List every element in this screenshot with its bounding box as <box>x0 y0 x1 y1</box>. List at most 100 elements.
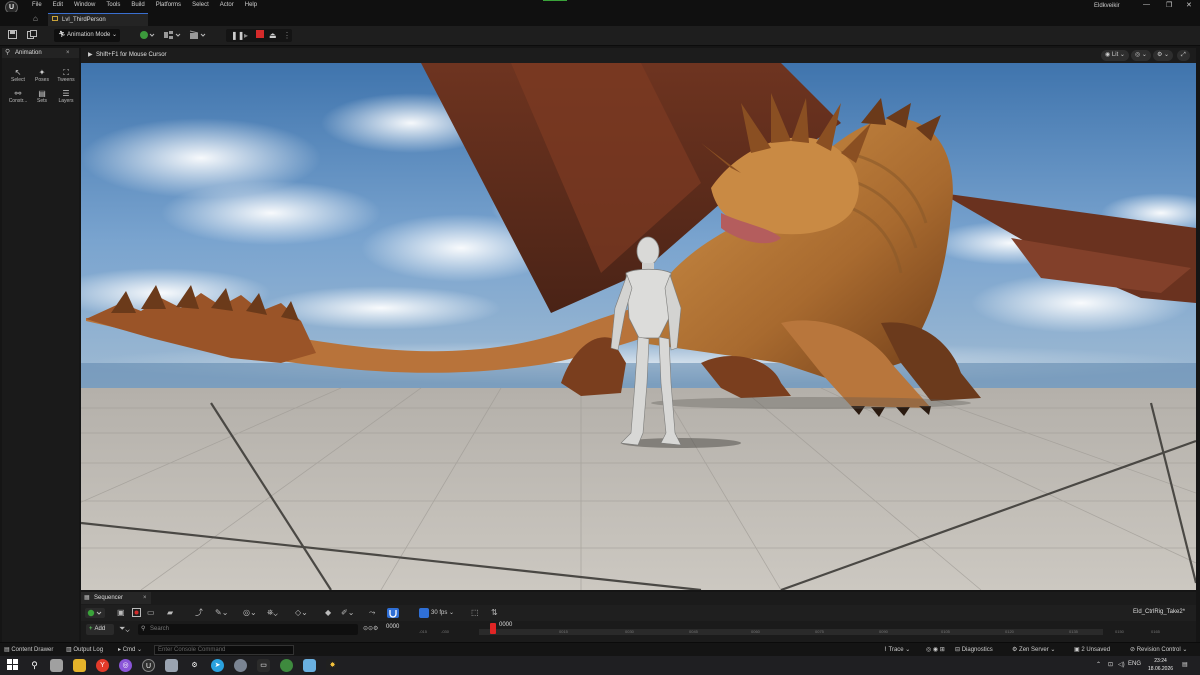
messenger-icon[interactable]: ◎ <box>119 659 132 672</box>
cinematics-icon[interactable] <box>188 30 208 42</box>
menu-select[interactable]: Select <box>192 2 209 8</box>
transform-tool-icon[interactable]: ✎⌄ <box>215 608 228 618</box>
playhead[interactable] <box>490 623 496 634</box>
sequencer-tab[interactable]: ▦ Sequencer × <box>81 592 151 604</box>
unreal-engine-icon[interactable]: U <box>142 659 155 672</box>
animation-panel-header: ⚲ Animation × <box>2 48 79 58</box>
more-options-icon[interactable]: ⋮ <box>283 29 291 42</box>
menu-file[interactable]: File <box>32 2 42 8</box>
pencil-icon[interactable]: ✐⌄ <box>341 608 354 618</box>
terminal-icon[interactable]: ▭ <box>257 659 270 672</box>
playback-options-icon[interactable]: ⛯⌄ <box>267 608 278 618</box>
time-ruler[interactable]: -015 -030 0015 0030 0045 0060 0075 0090 … <box>419 629 1160 635</box>
blueprint-icon[interactable] <box>162 30 182 42</box>
menu-help[interactable]: Help <box>245 2 257 8</box>
zen-icon: ⚙ <box>1012 647 1020 653</box>
minimize-icon[interactable]: — <box>1143 1 1150 8</box>
show-flags-button[interactable]: ◎ ⌄ <box>1131 50 1151 61</box>
settings-icon[interactable]: ⚙ <box>188 659 201 672</box>
unsaved-button[interactable]: ▣ 2 Unsaved <box>1074 646 1110 653</box>
record-icon[interactable] <box>132 608 141 618</box>
maximize-viewport-button[interactable]: ⤢ <box>1177 50 1190 61</box>
clock-time: 23:24 <box>1154 658 1167 664</box>
tool-select[interactable]: ↖ Select <box>6 68 30 83</box>
viewport-settings-button[interactable]: ⚙ ⌄ <box>1153 50 1174 61</box>
telegram-icon[interactable]: ➤ <box>211 659 224 672</box>
tool-constraints[interactable]: ⚯ Constr... <box>6 89 30 104</box>
menu-tools[interactable]: Tools <box>106 2 120 8</box>
close-icon[interactable]: × <box>143 592 147 604</box>
sequencer-search-input[interactable]: ⚲ Search <box>138 624 358 635</box>
menu-edit[interactable]: Edit <box>53 2 63 8</box>
notifications-icon[interactable]: ▤ <box>1182 661 1188 668</box>
level-viewport[interactable]: ▶ Shift+F1 for Mouse Cursor ◉ Lit ⌄ ◎ ⌄ … <box>81 48 1196 590</box>
tool-sets[interactable]: ▤ Sets <box>30 89 54 104</box>
camera-icon[interactable]: ▰ <box>167 608 173 618</box>
capture-tool-icon[interactable]: ✸ <box>326 659 339 672</box>
menu-platforms[interactable]: Platforms <box>156 2 181 8</box>
windows-start-icon[interactable] <box>6 659 19 672</box>
globe-icon: ◉ <box>1105 52 1112 58</box>
render-movie-icon[interactable]: ▭ <box>147 608 155 618</box>
tool-tweens[interactable]: ⛶ Tweens <box>54 68 78 83</box>
zen-server-button[interactable]: ⚙ Zen Server ⌄ <box>1012 646 1055 653</box>
add-actor-icon[interactable] <box>138 30 156 42</box>
view-options-icon[interactable]: ◎⌄ <box>243 608 257 618</box>
lit-view-mode-button[interactable]: ◉ Lit ⌄ <box>1101 50 1129 61</box>
content-browser-icon[interactable] <box>26 30 38 42</box>
browser-icon[interactable] <box>280 659 293 672</box>
pause-icon[interactable]: ❚❚ <box>231 29 244 42</box>
yandex-browser-icon[interactable]: Y <box>96 659 109 672</box>
curves-icon[interactable]: ⇅ <box>491 608 498 618</box>
curve-editor-icon[interactable]: ⤳ <box>369 608 375 618</box>
system-clock[interactable]: 23:24 18.06.2026 <box>1148 657 1173 673</box>
menu-build[interactable]: Build <box>131 2 144 8</box>
task-view-icon[interactable] <box>50 659 63 672</box>
snap-icon[interactable] <box>387 608 399 618</box>
auto-key-icon[interactable]: ⬚ <box>471 608 479 618</box>
frame-rate-dropdown[interactable]: 30 fps ⌄ <box>419 607 463 619</box>
track-options-icon[interactable]: ⊝⊝⚙ <box>363 624 378 634</box>
cmd-dropdown[interactable]: ▸ Cmd ⌄ <box>118 646 142 653</box>
language-indicator[interactable]: ENG <box>1128 661 1141 667</box>
content-drawer-button[interactable]: ▤ Content Drawer <box>4 646 53 653</box>
key-icon[interactable]: ⤴ <box>195 608 203 618</box>
menu-window[interactable]: Window <box>74 2 95 8</box>
output-log-button[interactable]: ▥ Output Log <box>66 646 103 653</box>
tool-layers[interactable]: ☰ Layers <box>54 89 78 104</box>
profiling-icons[interactable]: ◎ ◉ ⊞ <box>926 646 945 653</box>
tray-chevron-icon[interactable]: ⌃ <box>1096 661 1101 668</box>
volume-icon[interactable]: ◁) <box>1118 661 1125 668</box>
home-icon[interactable]: ⌂ <box>33 14 38 23</box>
close-window-icon[interactable]: ✕ <box>1186 1 1192 9</box>
maximize-icon[interactable]: ❐ <box>1166 1 1172 9</box>
ruler-tick: 0165 <box>1151 629 1160 634</box>
sequencer-timeline[interactable]: -015 -030 0015 0030 0045 0060 0075 0090 … <box>399 622 1195 638</box>
close-icon[interactable]: × <box>66 48 70 58</box>
tool-poses[interactable]: ✦ Poses <box>30 68 54 83</box>
add-track-button[interactable]: + Add <box>86 624 114 635</box>
key-interpolation-icon[interactable]: ◇⌄ <box>295 608 308 618</box>
step-icon[interactable]: ▸ <box>244 29 248 42</box>
epic-launcher-icon[interactable] <box>165 659 178 672</box>
add-key-icon[interactable]: ◆ <box>325 608 331 618</box>
diagnostics-button[interactable]: ⊟ Diagnostics <box>955 646 993 653</box>
eject-icon[interactable]: ⏏ <box>269 29 277 42</box>
sequence-actions-icon[interactable] <box>85 608 105 618</box>
search-icon[interactable]: ⚲ <box>28 659 41 672</box>
console-input[interactable]: Enter Console Command <box>154 645 294 655</box>
revision-control-button[interactable]: ⊘ Revision Control ⌄ <box>1130 646 1187 653</box>
app-icon[interactable] <box>234 659 247 672</box>
trace-button[interactable]: ⌇ Trace ⌄ <box>884 646 910 653</box>
current-frame-field[interactable]: 0000 <box>386 624 399 630</box>
animation-mode-dropdown[interactable]: 🏃︎ Animation Mode ⌄ <box>54 29 120 42</box>
level-tab[interactable]: Lvl_ThirdPerson <box>48 13 148 26</box>
file-explorer-icon[interactable] <box>73 659 86 672</box>
save-sequence-icon[interactable]: ▣ <box>117 608 125 618</box>
stop-icon[interactable] <box>256 29 264 42</box>
network-icon[interactable]: ⊡ <box>1108 661 1113 668</box>
photos-icon[interactable] <box>303 659 316 672</box>
menu-actor[interactable]: Actor <box>220 2 234 8</box>
save-icon[interactable] <box>6 30 18 42</box>
filter-icon[interactable]: ⏷⌄ <box>119 624 130 634</box>
